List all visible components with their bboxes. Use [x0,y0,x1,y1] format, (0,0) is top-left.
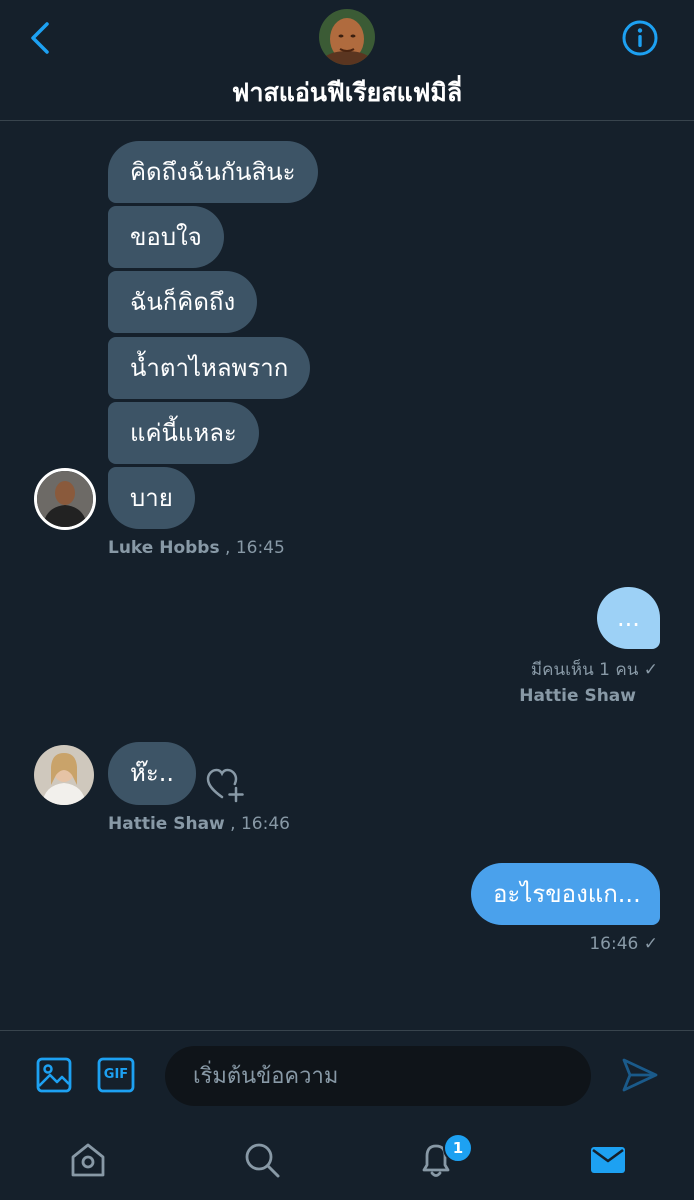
message-timestamp: , 16:45 [225,538,285,558]
seen-status: มีคนเห็น 1 คน ✓ [530,660,658,680]
sender-name: Luke Hobbs [108,538,220,558]
send-button[interactable] [620,1055,660,1095]
add-gif-button[interactable]: GIF [97,1057,135,1093]
sender-name: Hattie Shaw [519,686,636,706]
notification-badge: 1 [443,1133,473,1163]
envelope-icon [591,1147,625,1173]
message-bubble-outgoing[interactable]: อะไรของแก... [471,863,660,925]
message-timestamp: , 16:46 [230,814,290,834]
bottom-navigation [0,1120,694,1200]
nav-search[interactable] [240,1138,284,1182]
message-bubble-incoming[interactable]: ขอบใจ [108,206,224,268]
back-button[interactable] [22,18,58,58]
message-bubble-incoming[interactable]: ฉันก็คิดถึง [108,271,258,333]
chevron-left-icon [31,22,49,54]
sender-avatar-hattie-shaw[interactable] [34,745,94,805]
sender-avatar-luke-hobbs[interactable] [34,468,96,530]
message-timestamp: 16:46 ✓ [589,934,658,954]
like-button[interactable] [205,767,247,805]
group-avatar[interactable] [319,9,375,65]
sender-name: Hattie Shaw [108,814,225,834]
message-bubble-incoming[interactable]: คิดถึงฉันกันสินะ [108,141,318,203]
search-icon [245,1143,280,1178]
send-icon [622,1058,658,1092]
image-icon [36,1057,72,1093]
message-bubble-incoming[interactable]: บาย [108,467,195,529]
gif-label: GIF [103,1067,129,1082]
add-image-button[interactable] [36,1057,72,1093]
nav-home[interactable] [66,1138,110,1182]
conversation-title: ฟาสแอ่นฟีเรียสแฟมิลี่ [231,78,463,107]
message-bubble-incoming[interactable]: แค่นี้แหละ [108,402,259,464]
message-composer: GIF [0,1030,694,1121]
message-input[interactable] [165,1046,591,1106]
info-button[interactable] [620,18,660,58]
home-icon [71,1143,105,1177]
heart-plus-icon [206,768,244,803]
info-icon [622,20,658,56]
message-bubble-incoming[interactable]: ห๊ะ.. [108,742,196,805]
message-bubble-incoming[interactable]: น้ำตาไหลพราก [108,337,311,399]
conversation-header: ฟาสแอ่นฟีเรียสแฟมิลี่ [0,0,694,121]
message-bubble-outgoing[interactable]: ... [597,587,660,649]
nav-messages[interactable] [586,1138,630,1182]
